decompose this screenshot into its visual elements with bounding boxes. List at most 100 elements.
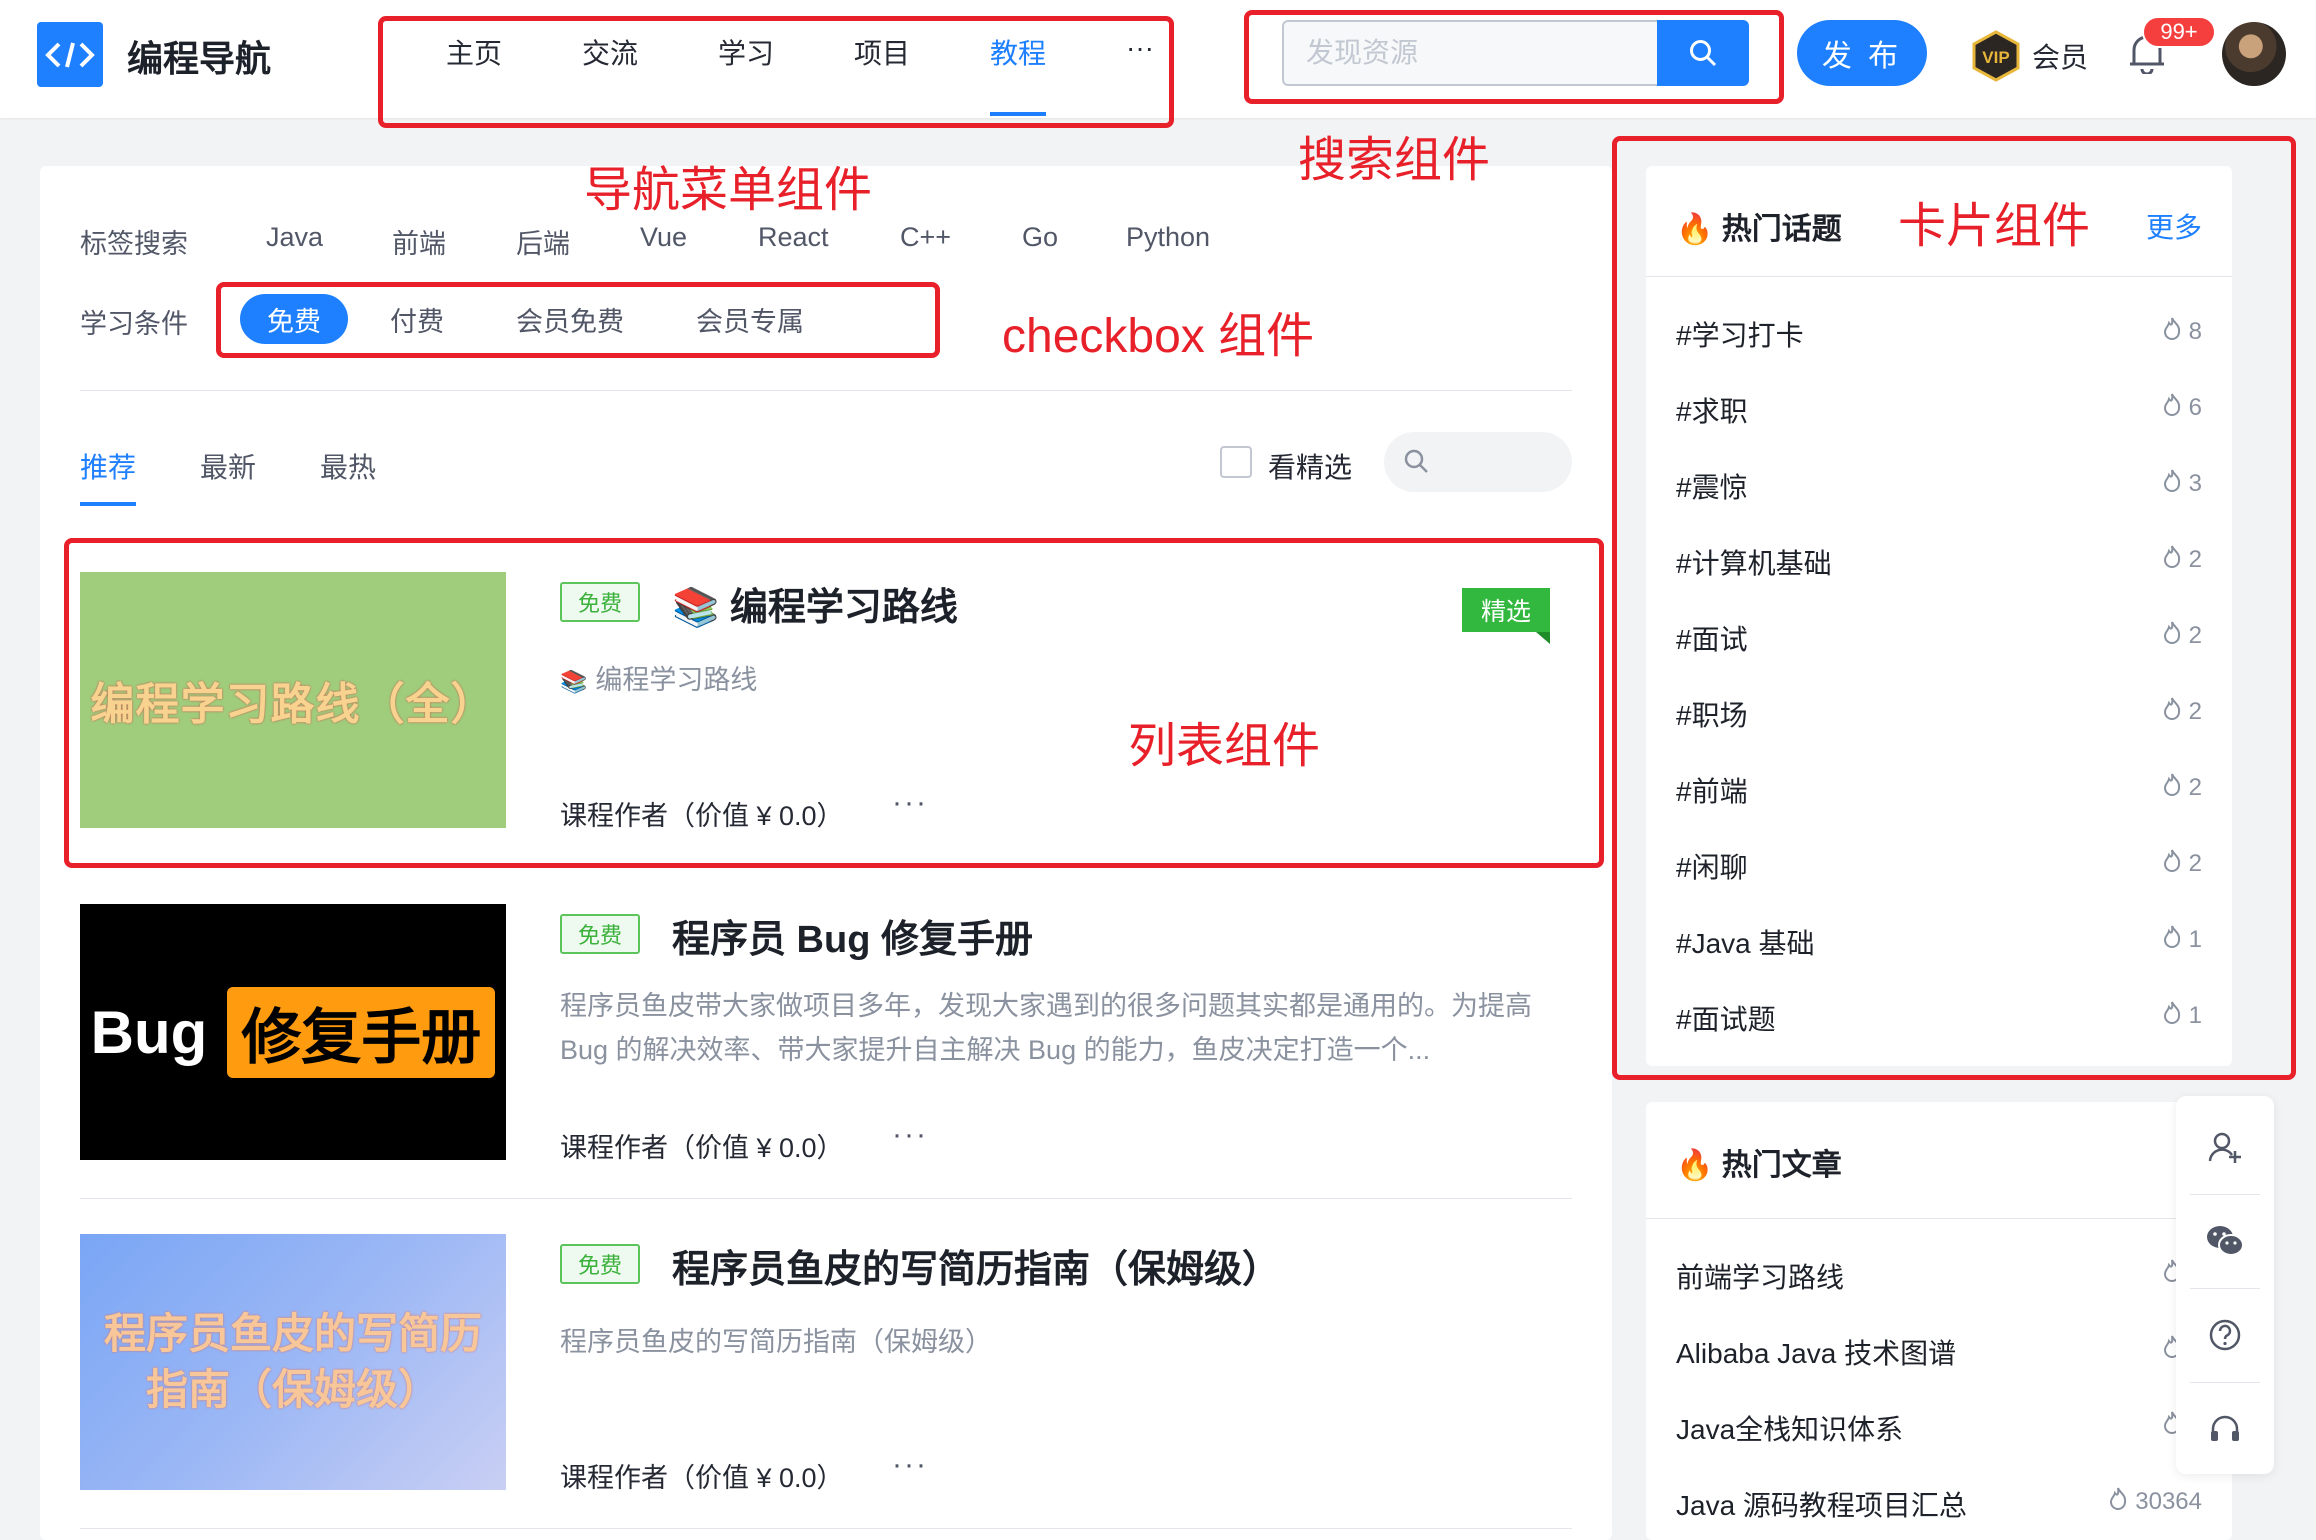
nav-more-button[interactable]: ···	[1126, 32, 1154, 64]
hot-topics-more-link[interactable]: 更多	[2146, 206, 2202, 246]
tag-search-label: 标签搜索	[80, 229, 188, 259]
list-divider	[80, 866, 1572, 867]
article-item[interactable]: Alibaba Java 技术图谱 5	[1676, 1332, 2202, 1372]
flame-icon	[2161, 696, 2183, 727]
tag-vue[interactable]: Vue	[640, 222, 687, 253]
wechat-button[interactable]	[2176, 1196, 2274, 1286]
add-friend-button[interactable]	[2176, 1102, 2274, 1192]
flame-icon	[2161, 316, 2183, 347]
side-divider	[1646, 276, 2232, 277]
nav-item-learn[interactable]: 学习	[718, 32, 774, 72]
course-title[interactable]: 程序员鱼皮的写简历指南（保姆级）	[672, 1238, 1280, 1293]
hot-topics-title: 🔥 热门话题	[1676, 213, 1842, 246]
list-item[interactable]: Bug 修复手册 免费 程序员 Bug 修复手册 程序员鱼皮带大家做项目多年，发…	[80, 904, 1572, 1163]
annotation-checkbox-label: checkbox 组件	[1002, 310, 1315, 363]
add-user-icon	[2208, 1132, 2241, 1163]
featured-only-checkbox[interactable]	[1220, 446, 1252, 478]
flame-icon	[2161, 772, 2183, 803]
list-item[interactable]: 程序员鱼皮的写简历 指南（保姆级） 免费 程序员鱼皮的写简历指南（保姆级） 程序员…	[80, 1234, 1572, 1493]
header-search	[1282, 20, 1749, 86]
tag-go[interactable]: Go	[1022, 222, 1058, 253]
toolbar-divider	[2190, 1194, 2260, 1195]
article-item[interactable]: 前端学习路线 6	[1676, 1256, 2202, 1296]
topic-item[interactable]: #面试题 1	[1676, 998, 2202, 1038]
tag-frontend[interactable]: 前端	[392, 222, 446, 261]
nav-item-community[interactable]: 交流	[582, 32, 638, 72]
more-button[interactable]: ···	[892, 1118, 928, 1152]
featured-only-label[interactable]: 看精选	[1268, 446, 1352, 486]
topic-item[interactable]: #求职 6	[1676, 390, 2202, 430]
help-icon	[2209, 1319, 2241, 1351]
nav-item-home[interactable]: 主页	[446, 32, 502, 72]
hot-topics-card: 🔥 热门话题 更多 #学习打卡 8 #求职 6 #震惊 3 #计算机基础 2 #…	[1646, 166, 2232, 1066]
condition-paid[interactable]: 付费	[372, 294, 462, 344]
condition-vip-free[interactable]: 会员免费	[500, 294, 640, 344]
list-divider	[80, 1198, 1572, 1199]
books-icon: 📚	[560, 669, 588, 694]
cover-text: 修复手册	[227, 986, 496, 1078]
tag-python[interactable]: Python	[1126, 222, 1210, 253]
fire-icon: 🔥	[1676, 213, 1714, 246]
flame-icon	[2107, 1486, 2129, 1517]
annotation-list-label: 列表组件	[1128, 720, 1321, 773]
cover-text: 程序员鱼皮的写简历 指南（保姆级）	[103, 1310, 482, 1413]
vip-label[interactable]: 会员	[2032, 36, 2088, 76]
course-cover[interactable]: Bug 修复手册	[80, 904, 506, 1160]
hot-articles-title: 🔥 热门文章	[1676, 1149, 1842, 1182]
vip-icon[interactable]: VIP	[1970, 30, 2022, 82]
topic-item[interactable]: #震惊 3	[1676, 466, 2202, 506]
site-name[interactable]: 编程导航	[127, 30, 271, 82]
toolbar-divider	[2190, 1382, 2260, 1383]
support-button[interactable]	[2176, 1384, 2274, 1474]
top-header: 编程导航 主页 交流 学习 项目 教程 ··· 发 布 VIP 会员 99+	[0, 0, 2316, 118]
course-description: 程序员鱼皮带大家做项目多年，发现大家遇到的很多问题其实都是通用的。为提高 Bug…	[560, 991, 1532, 1065]
tag-backend[interactable]: 后端	[516, 222, 570, 261]
search-icon	[1404, 449, 1428, 473]
course-meta: 课程作者（价值 ¥ 0.0）	[560, 801, 844, 831]
side-divider	[1646, 1218, 2232, 1219]
search-input[interactable]	[1284, 22, 1656, 84]
search-button[interactable]	[1657, 20, 1749, 86]
course-meta: 课程作者（价值 ¥ 0.0）	[560, 1463, 844, 1493]
course-title[interactable]: 📚 编程学习路线	[672, 576, 958, 631]
condition-vip-only[interactable]: 会员专属	[680, 294, 820, 344]
nav-item-tutorials[interactable]: 教程	[990, 32, 1046, 72]
course-title[interactable]: 程序员 Bug 修复手册	[672, 908, 1033, 963]
flame-icon	[2161, 1000, 2183, 1031]
condition-label: 学习条件	[80, 309, 188, 339]
topic-item[interactable]: #学习打卡 8	[1676, 314, 2202, 354]
tag-react[interactable]: React	[758, 222, 829, 253]
course-cover[interactable]: 编程学习路线（全）	[80, 572, 506, 828]
list-item[interactable]: 编程学习路线（全） 免费 📚 编程学习路线 📚 编程学习路线 课程作者（价值 ¥ …	[80, 572, 1572, 831]
topic-item[interactable]: #闲聊 2	[1676, 846, 2202, 886]
tab-latest[interactable]: 最新	[200, 446, 256, 486]
tab-recommended[interactable]: 推荐	[80, 446, 136, 486]
more-button[interactable]: ···	[892, 786, 928, 820]
tag-cpp[interactable]: C++	[900, 222, 951, 253]
more-button[interactable]: ···	[892, 1448, 928, 1482]
topic-item[interactable]: #Java 基础 1	[1676, 922, 2202, 962]
flame-icon	[2161, 848, 2183, 879]
topic-item[interactable]: #计算机基础 2	[1676, 542, 2202, 582]
topic-item[interactable]: #前端 2	[1676, 770, 2202, 810]
filter-divider	[80, 390, 1572, 391]
cover-text: 编程学习路线（全）	[90, 680, 496, 729]
article-item[interactable]: Java 源码教程项目汇总 30364	[1676, 1484, 2202, 1524]
topic-item[interactable]: #面试 2	[1676, 618, 2202, 658]
avatar[interactable]	[2222, 22, 2286, 86]
flame-icon	[2161, 620, 2183, 651]
help-button[interactable]	[2176, 1290, 2274, 1380]
tag-java[interactable]: Java	[266, 222, 323, 253]
nav-item-projects[interactable]: 项目	[854, 32, 910, 72]
tab-hottest[interactable]: 最热	[320, 446, 376, 486]
article-item[interactable]: Java全栈知识体系 4	[1676, 1408, 2202, 1448]
condition-free[interactable]: 免费	[240, 294, 348, 344]
topic-item[interactable]: #职场 2	[1676, 694, 2202, 734]
books-emoji-icon: 📚	[672, 587, 720, 629]
list-search-input[interactable]	[1438, 432, 1558, 492]
publish-button[interactable]: 发 布	[1797, 20, 1927, 86]
logo-icon[interactable]	[37, 22, 103, 87]
annotation-nav-label: 导航菜单组件	[584, 164, 873, 217]
annotation-search-label: 搜索组件	[1298, 134, 1491, 187]
course-cover[interactable]: 程序员鱼皮的写简历 指南（保姆级）	[80, 1234, 506, 1490]
